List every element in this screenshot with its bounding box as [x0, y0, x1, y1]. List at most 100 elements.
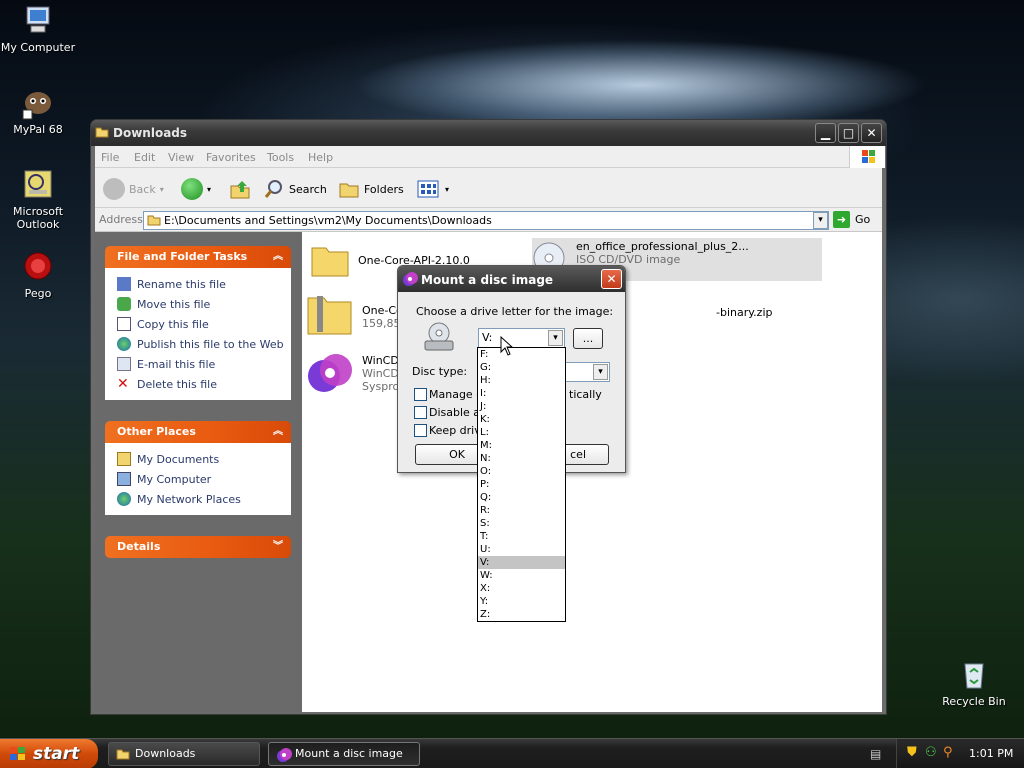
panel-header[interactable]: File and Folder Tasks ︽ [105, 246, 291, 268]
maximize-button[interactable]: □ [838, 123, 859, 143]
taskbar-item-downloads[interactable]: Downloads [108, 742, 260, 766]
chevron-down-icon[interactable]: ▾ [548, 330, 563, 346]
manage-checkbox-label: Manage d [429, 388, 484, 401]
collapse-chevron-icon[interactable]: ︽ [273, 421, 283, 443]
keyboard-icon[interactable]: ▤ [870, 747, 881, 761]
file-folder-tasks-panel: File and Folder Tasks ︽ Rename this file … [105, 246, 291, 400]
delete-x-icon: ✕ [117, 376, 129, 392]
disc-type-select[interactable]: ▾ [563, 362, 610, 382]
manage-checkbox-label-tail: tically [569, 388, 602, 401]
toolbar: Back ▾ ▾ Search Folders ▾ [95, 168, 882, 208]
taskbar-item-mount-dialog[interactable]: Mount a disc image [268, 742, 420, 766]
keep-drive-checkbox[interactable] [414, 424, 427, 437]
drive-option[interactable]: P: [478, 478, 565, 491]
task-delete[interactable]: ✕ Delete this file [105, 374, 291, 394]
forward-arrow-icon [181, 178, 203, 200]
file-item[interactable]: -binary.zip [716, 306, 773, 319]
up-folder-button[interactable] [229, 177, 251, 201]
drive-option[interactable]: W: [478, 569, 565, 582]
file-item[interactable]: WinCDE WinCDE Sysprog [306, 350, 406, 396]
browse-button[interactable]: ... [573, 328, 603, 349]
drive-option[interactable]: F: [478, 348, 565, 361]
expand-chevron-icon[interactable]: ︾ [273, 536, 283, 558]
go-button[interactable]: ➜ Go [833, 211, 870, 228]
start-button[interactable]: start [0, 739, 98, 768]
drive-option[interactable]: Q: [478, 491, 565, 504]
address-input[interactable]: E:\Documents and Settings\vm2\My Documen… [143, 211, 829, 230]
drive-option[interactable]: X: [478, 582, 565, 595]
panel-header[interactable]: Details ︾ [105, 536, 291, 558]
drive-option[interactable]: T: [478, 530, 565, 543]
drive-option[interactable]: I: [478, 387, 565, 400]
disable-autorun-checkbox[interactable] [414, 406, 427, 419]
details-panel: Details ︾ [105, 536, 291, 558]
drive-option[interactable]: G: [478, 361, 565, 374]
drive-option[interactable]: S: [478, 517, 565, 530]
panel-header[interactable]: Other Places ︽ [105, 421, 291, 443]
menu-view[interactable]: View [168, 151, 194, 164]
dialog-titlebar[interactable]: Mount a disc image ✕ [398, 266, 625, 292]
folder-icon [95, 127, 109, 138]
my-documents-icon [117, 452, 131, 466]
task-email[interactable]: E-mail this file [105, 354, 291, 374]
forward-button[interactable]: ▾ [181, 177, 211, 201]
network-icon[interactable]: ⚇ [925, 745, 937, 760]
task-copy[interactable]: Copy this file [105, 314, 291, 334]
drive-option[interactable]: L: [478, 426, 565, 439]
views-button[interactable]: ▾ [417, 177, 449, 201]
task-publish[interactable]: Publish this file to the Web [105, 334, 291, 354]
taskbar: start Downloads Mount a disc image ▤ ⛊ ⚇… [0, 738, 1024, 768]
drive-letter-select[interactable]: V: ▾ [478, 328, 565, 348]
menu-edit[interactable]: Edit [134, 151, 155, 164]
address-dropdown-button[interactable]: ▾ [813, 212, 828, 229]
place-my-network[interactable]: My Network Places [105, 489, 291, 509]
up-folder-icon [230, 181, 250, 199]
drive-option[interactable]: K: [478, 413, 565, 426]
menu-tools[interactable]: Tools [267, 151, 294, 164]
mypal-browser-icon [22, 92, 51, 120]
drive-option[interactable]: Y: [478, 595, 565, 608]
window-titlebar[interactable]: Downloads ▁ □ ✕ [91, 120, 886, 146]
manage-checkbox[interactable] [414, 388, 427, 401]
address-bar: Address E:\Documents and Settings\vm2\My… [95, 208, 882, 232]
drive-option[interactable]: J: [478, 400, 565, 413]
security-shield-icon[interactable]: ⛊ [907, 745, 917, 760]
drive-option[interactable]: R: [478, 504, 565, 517]
drive-option[interactable]: H: [478, 374, 565, 387]
drive-option[interactable]: M: [478, 439, 565, 452]
desktop-icon-my-computer[interactable]: My Computer [0, 4, 76, 54]
menu-bar: File Edit View Favorites Tools Help [95, 146, 885, 168]
folders-icon [339, 183, 359, 198]
task-rename[interactable]: Rename this file [105, 274, 291, 294]
desktop-icon-mypal[interactable]: MyPal 68 [0, 86, 76, 136]
drive-option[interactable]: U: [478, 543, 565, 556]
clock[interactable]: 1:01 PM [969, 747, 1013, 760]
back-button[interactable]: Back ▾ [103, 177, 164, 201]
menu-favorites[interactable]: Favorites [206, 151, 256, 164]
windows-flag-icon [849, 146, 885, 168]
menu-file[interactable]: File [101, 151, 119, 164]
go-arrow-icon: ➜ [833, 211, 850, 228]
drive-option[interactable]: N: [478, 452, 565, 465]
task-move[interactable]: Move this file [105, 294, 291, 314]
close-button[interactable]: ✕ [861, 123, 882, 143]
desktop-icon-recycle-bin[interactable]: Recycle Bin [936, 658, 1012, 708]
drive-option-selected[interactable]: V: [478, 556, 565, 569]
dialog-close-button[interactable]: ✕ [601, 269, 622, 289]
minimize-button[interactable]: ▁ [815, 123, 836, 143]
drive-letter-prompt: Choose a drive letter for the image: [416, 305, 614, 318]
collapse-chevron-icon[interactable]: ︽ [273, 246, 283, 268]
chevron-down-icon[interactable]: ▾ [593, 364, 608, 380]
desktop-icon-pego[interactable]: Pego [0, 250, 76, 300]
recycle-bin-icon [964, 663, 984, 689]
file-item[interactable]: One-Co 159,858 [306, 294, 408, 336]
place-my-documents[interactable]: My Documents [105, 449, 291, 469]
search-button[interactable]: Search [263, 177, 327, 201]
desktop-icon-outlook[interactable]: Microsoft Outlook [0, 168, 76, 231]
folders-button[interactable]: Folders [338, 177, 404, 201]
drive-option[interactable]: O: [478, 465, 565, 478]
place-my-computer[interactable]: My Computer [105, 469, 291, 489]
menu-help[interactable]: Help [308, 151, 333, 164]
drive-option[interactable]: Z: [478, 608, 565, 621]
search-tray-icon[interactable]: ⚲ [943, 745, 953, 760]
